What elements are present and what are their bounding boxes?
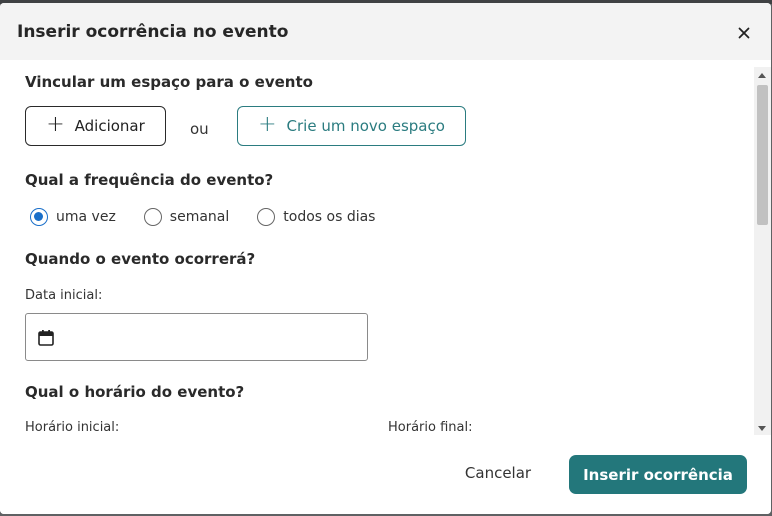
radio-once-circle[interactable] [30, 208, 48, 226]
radio-once[interactable]: uma vez [30, 208, 116, 226]
close-icon [738, 27, 750, 39]
start-time-label: Horário inicial: [25, 420, 120, 435]
radio-daily-label: todos os dias [283, 209, 376, 225]
radio-daily-circle[interactable] [257, 208, 276, 226]
plus-icon: + [46, 112, 65, 137]
add-space-button[interactable]: + Adicionar [25, 106, 166, 146]
dialog-footer: Cancelar Inserir ocorrência [0, 435, 771, 514]
or-label: ou [190, 120, 209, 138]
dialog-body: Vincular um espaço para o evento + Adici… [0, 60, 753, 435]
vertical-scrollbar[interactable] [754, 67, 771, 439]
start-date-input[interactable] [25, 313, 368, 361]
frequency-section-title: Qual a frequência do evento? [25, 171, 274, 189]
time-section-title: Qual o horário do evento? [25, 383, 245, 401]
start-date-label: Data inicial: [25, 288, 103, 303]
scroll-thumb[interactable] [757, 85, 768, 225]
create-new-space-button[interactable]: + Crie um novo espaço [237, 106, 466, 146]
dialog-header: Inserir ocorrência no evento [0, 3, 771, 60]
scroll-down-arrow-icon[interactable] [758, 426, 766, 431]
when-section-title: Quando o evento ocorrerá? [25, 250, 256, 268]
plus-icon: + [258, 112, 277, 137]
radio-once-label: uma vez [56, 209, 116, 225]
create-new-space-label: Crie um novo espaço [286, 117, 445, 135]
radio-weekly-circle[interactable] [143, 208, 162, 226]
insert-occurrence-button[interactable]: Inserir ocorrência [569, 455, 747, 494]
insert-occurrence-dialog: Inserir ocorrência no evento Vincular um… [0, 3, 771, 514]
radio-weekly[interactable]: semanal [143, 208, 230, 226]
cancel-button[interactable]: Cancelar [450, 455, 546, 491]
add-space-label: Adicionar [74, 117, 145, 135]
calendar-icon[interactable] [38, 329, 54, 346]
end-time-label: Horário final: [388, 420, 473, 435]
radio-daily[interactable]: todos os dias [257, 208, 375, 226]
dialog-title: Inserir ocorrência no evento [17, 22, 289, 42]
space-section-title: Vincular um espaço para o evento [25, 73, 313, 91]
radio-weekly-label: semanal [169, 209, 230, 225]
scroll-up-arrow-icon[interactable] [758, 73, 766, 78]
close-button[interactable] [734, 23, 754, 43]
frequency-radio-group: uma vez semanal todos os dias [30, 208, 403, 226]
